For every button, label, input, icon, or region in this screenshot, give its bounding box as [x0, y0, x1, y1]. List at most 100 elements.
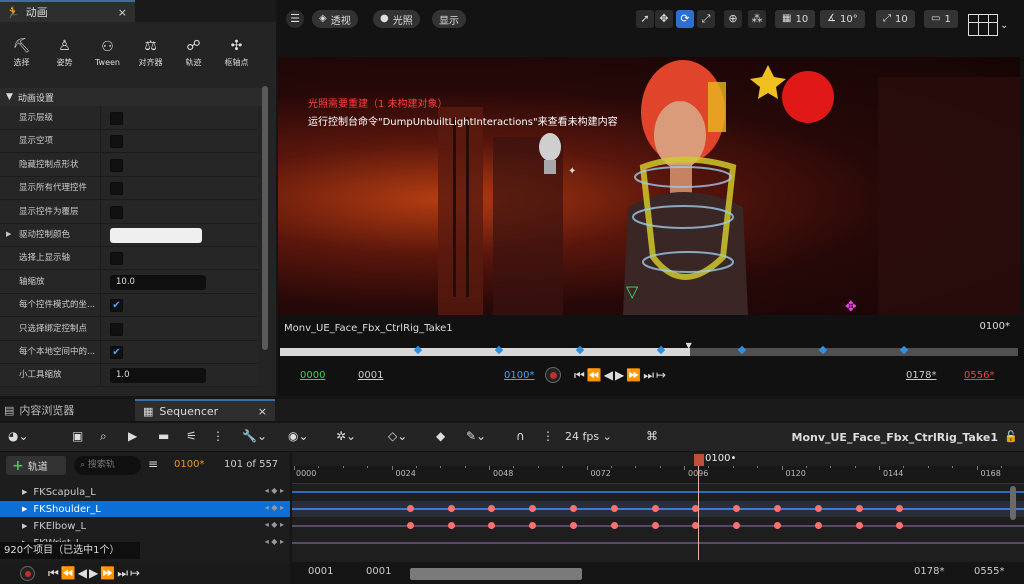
playback-head-icon[interactable]: ▼	[686, 341, 692, 350]
keyframe-dot[interactable]	[733, 522, 741, 529]
view-start[interactable]: 0001	[308, 566, 333, 577]
cursor-settings-icon[interactable]: ✲⌄	[336, 429, 356, 443]
seq-jump-start-icon[interactable]: ⏮	[48, 566, 61, 580]
viewport-start[interactable]: 0001	[358, 370, 383, 381]
view-start-2[interactable]: 0001	[366, 566, 391, 577]
animation-tab-close-icon[interactable]: ×	[118, 6, 127, 19]
layout-grid-icon[interactable]	[968, 14, 998, 36]
track-row[interactable]: ▶ FKElbow_L ◂ ◆ ▸	[0, 518, 290, 534]
tab-content-browser[interactable]: ▤ 内容浏览器	[0, 399, 132, 421]
perspective-button[interactable]: ◈ 透视	[312, 10, 358, 28]
mode-button-0[interactable]: ⛏ 选择	[0, 30, 43, 76]
viewport-end-red[interactable]: 0556*	[964, 370, 994, 381]
track-search-input[interactable]: ⌕ 搜索轨	[74, 456, 141, 475]
seq-record-button[interactable]	[20, 566, 35, 581]
key-icon[interactable]: ◇⌄	[388, 429, 407, 443]
settings-number-field[interactable]: 1.0	[110, 368, 206, 384]
settings-checkbox[interactable]	[110, 205, 123, 219]
track-key-nav-icon[interactable]: ◂ ◆ ▸	[265, 520, 284, 529]
fps-selector[interactable]: 24 fps ⌄	[565, 430, 612, 443]
world-space-button[interactable]: ⊕	[724, 10, 742, 28]
viewport-current[interactable]: 0100*	[504, 370, 534, 381]
layout-dropdown-icon[interactable]: ⌄	[1000, 20, 1008, 31]
world-icon[interactable]: ◕⌄	[8, 429, 29, 443]
keyframe-dot[interactable]	[651, 522, 659, 529]
magnet-icon[interactable]: ∩	[516, 429, 525, 443]
select-tool-button[interactable]: ➚	[636, 10, 654, 28]
scale-tool-button[interactable]: ⤢	[697, 10, 715, 28]
track-key-nav-icon[interactable]: ◂ ◆ ▸	[265, 486, 284, 495]
lit-button[interactable]: ● 光照	[373, 10, 420, 28]
key-fill-icon[interactable]: ◆	[436, 429, 445, 443]
sequencer-timeline[interactable]: 0100• 00000024004800720096012001440168 0…	[292, 452, 1024, 584]
settings-checkbox[interactable]	[110, 158, 123, 172]
settings-checkbox[interactable]: ✔	[110, 346, 123, 359]
animation-tab[interactable]: 🏃 动画 ×	[0, 0, 135, 22]
filter-icon[interactable]: ≡	[148, 457, 158, 471]
expand-arrow-icon[interactable]: ▶	[22, 522, 27, 530]
grid-snap-button[interactable]: ▦ 10	[775, 10, 816, 28]
brush-icon[interactable]: ✎⌄	[466, 429, 486, 443]
playback-key-marker[interactable]	[818, 345, 828, 355]
seq-loop-icon[interactable]: ↦	[130, 566, 142, 580]
view-end-2[interactable]: 0555*	[974, 566, 1004, 577]
keyframe-dot[interactable]	[855, 522, 863, 529]
keyframe-dot[interactable]	[488, 505, 496, 512]
save-icon[interactable]: ▣	[72, 429, 83, 443]
next-frame-icon[interactable]: ⏩	[626, 368, 643, 382]
keyframe-dot[interactable]	[610, 522, 618, 529]
expand-arrow-icon[interactable]: ▶	[22, 488, 27, 496]
keyframe-dot[interactable]	[733, 505, 741, 512]
seq-next-key-icon[interactable]: ⏭	[117, 566, 130, 580]
settings-scrollbar[interactable]	[262, 86, 268, 350]
curve-editor-icon[interactable]: ⌘	[646, 429, 658, 443]
settings-checkbox[interactable]	[110, 182, 123, 196]
lock-icon[interactable]: 🔓	[1004, 430, 1018, 443]
surface-snap-button[interactable]: ⁂	[748, 10, 766, 28]
keyframe-dot[interactable]	[651, 505, 659, 512]
playback-key-marker[interactable]	[737, 345, 747, 355]
viewport-scene[interactable]: ✦ ▽ ✥ 光照需要重建（1 未构建对象） 运行控制台命令"DumpUnbuil…	[278, 57, 1020, 315]
keyframe-dot[interactable]	[447, 522, 455, 529]
viewport-end[interactable]: 0178*	[906, 370, 936, 381]
rotation-snap-button[interactable]: ∡ 10°	[820, 10, 865, 28]
track-lane[interactable]	[292, 484, 1024, 500]
timeline-ruler[interactable]: 00000024004800720096012001440168	[292, 466, 1024, 484]
play-icon[interactable]: ▶	[615, 368, 626, 382]
track-row[interactable]: ▶ FKScapula_L ◂ ◆ ▸	[0, 484, 290, 500]
seq-prev-key-icon[interactable]: ⏪	[61, 566, 78, 580]
mode-button-1[interactable]: ♙ 姿势	[43, 30, 86, 76]
settings-header[interactable]: ▼ 动画设置	[0, 88, 264, 106]
keyframe-dot[interactable]	[610, 505, 618, 512]
keyframe-dot[interactable]	[896, 505, 904, 512]
track-key-nav-icon[interactable]: ◂ ◆ ▸	[265, 503, 284, 512]
timeline-hscroll[interactable]	[410, 568, 582, 580]
track-lane[interactable]	[292, 518, 1024, 534]
keyframe-dot[interactable]	[488, 522, 496, 529]
find-asset-icon[interactable]: ⌕	[100, 429, 107, 444]
track-key-nav-icon[interactable]: ◂ ◆ ▸	[265, 537, 284, 546]
playback-track[interactable]: ▼	[280, 341, 1018, 356]
seq-playback-buttons[interactable]: ⏮⏪◀▶⏩⏭↦	[48, 566, 142, 581]
mode-button-3[interactable]: ⚖ 对齐器	[129, 30, 172, 76]
viewport-start-green[interactable]: 0000	[300, 370, 325, 381]
viewport-menu-button[interactable]: ☰	[286, 10, 304, 28]
view-end[interactable]: 0178*	[914, 566, 944, 577]
show-button[interactable]: 显示	[432, 10, 466, 28]
settings-number-field[interactable]: 10.0	[110, 274, 206, 290]
expand-arrow-icon[interactable]: ▶	[6, 231, 11, 238]
dots-icon[interactable]: ⋮	[212, 429, 224, 443]
seq-next-frame-icon[interactable]: ⏩	[100, 566, 117, 580]
light-bulb-icon[interactable]	[539, 133, 561, 161]
prev-frame-icon[interactable]: ◀	[604, 368, 615, 382]
keyframe-dot[interactable]	[406, 505, 414, 512]
render-movie-icon[interactable]: ▶	[128, 429, 137, 443]
keyframe-dot[interactable]	[570, 522, 577, 529]
mode-button-4[interactable]: ☍ 轨迹	[172, 30, 215, 76]
pink-pivot-icon[interactable]: ✥	[845, 299, 857, 315]
track-row[interactable]: ▶ FKShoulder_L ◂ ◆ ▸	[0, 501, 290, 517]
track-lane[interactable]	[292, 535, 1024, 551]
keyframe-dot[interactable]	[855, 505, 863, 512]
eye-icon[interactable]: ◉⌄	[288, 429, 309, 443]
prev-key-icon[interactable]: ⏪	[587, 368, 604, 382]
